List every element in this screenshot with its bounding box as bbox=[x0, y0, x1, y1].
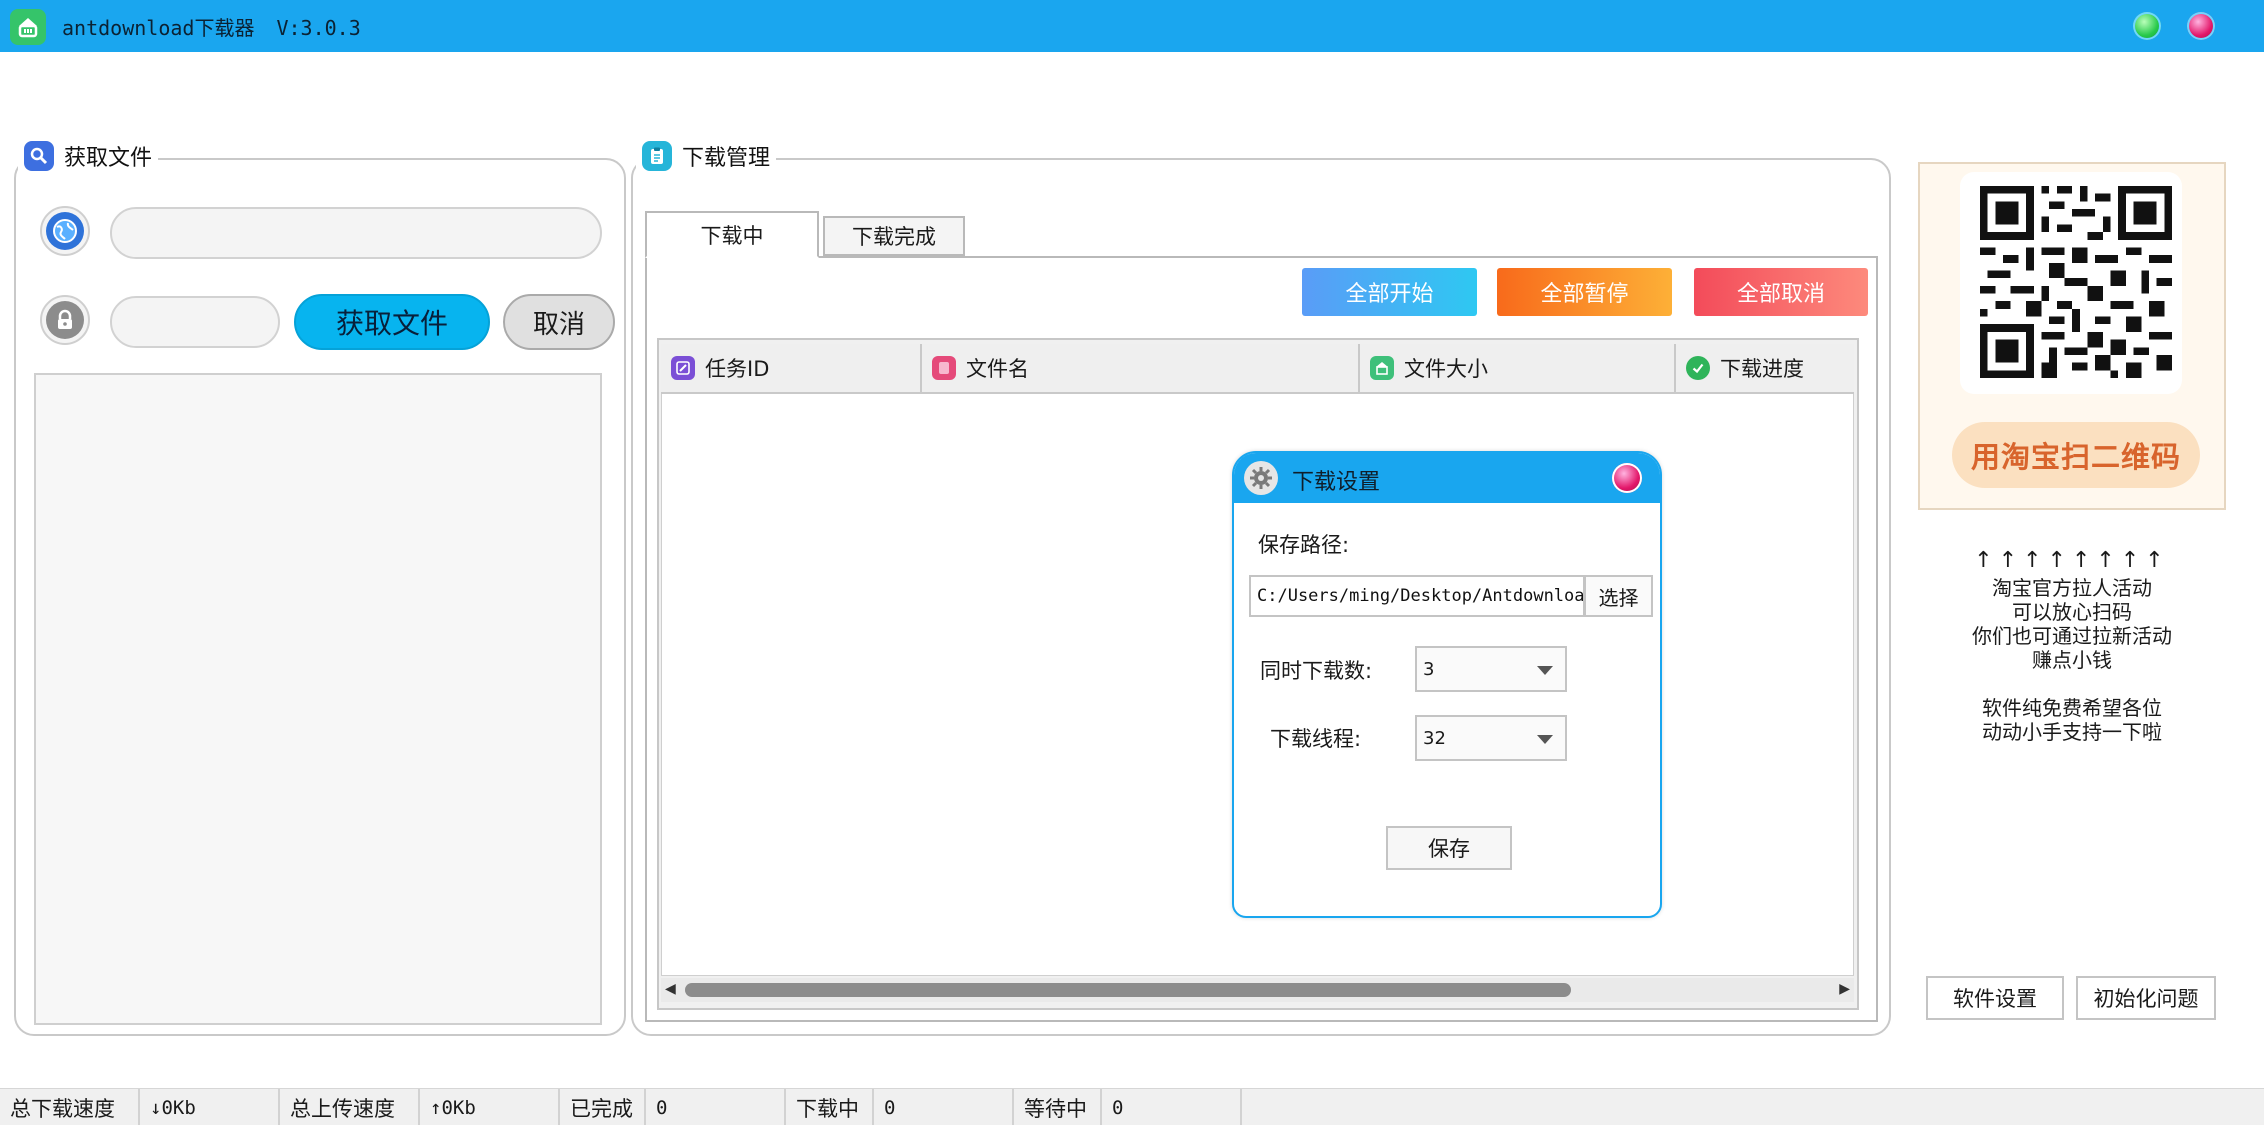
horizontal-scrollbar[interactable]: ◀ ▶ bbox=[661, 978, 1854, 1002]
taobao-scan-caption: 用淘宝扫二维码 bbox=[1952, 422, 2200, 488]
scroll-right-icon[interactable]: ▶ bbox=[1839, 981, 1850, 997]
title-bar[interactable]: antdownload下载器 V:3.0.3 bbox=[0, 0, 2264, 52]
choose-folder-button[interactable]: 选择 bbox=[1585, 575, 1653, 617]
cancel-button[interactable]: 取消 bbox=[503, 294, 615, 350]
search-icon bbox=[24, 141, 54, 171]
software-settings-button[interactable]: 软件设置 bbox=[1926, 976, 2064, 1020]
save-settings-button[interactable]: 保存 bbox=[1386, 826, 1512, 870]
promo-line: 赚点小钱 bbox=[2032, 648, 2112, 672]
column-header-file-name[interactable]: 文件名 bbox=[922, 344, 1360, 394]
column-label: 文件名 bbox=[966, 357, 1029, 381]
app-logo-icon bbox=[10, 9, 46, 45]
start-all-button[interactable]: 全部开始 bbox=[1302, 268, 1477, 316]
tab-completed[interactable]: 下载完成 bbox=[823, 216, 965, 256]
concurrent-downloads-select[interactable]: 3 bbox=[1415, 646, 1567, 692]
column-label: 任务ID bbox=[705, 357, 770, 381]
column-header-task-id[interactable]: 任务ID bbox=[661, 344, 922, 394]
check-icon bbox=[1686, 356, 1710, 380]
download-manager-legend: 下载管理 bbox=[636, 140, 777, 172]
qr-code-icon bbox=[1980, 186, 2172, 378]
promo-line: 淘宝官方拉人活动 bbox=[1992, 576, 2152, 600]
completed-count: 0 bbox=[646, 1089, 786, 1125]
promo-line: 可以放心扫码 bbox=[2012, 600, 2132, 624]
url-input[interactable] bbox=[110, 207, 602, 259]
minimize-button[interactable] bbox=[2133, 12, 2161, 40]
dialog-close-button[interactable] bbox=[1612, 463, 1642, 493]
file-icon bbox=[932, 356, 956, 380]
column-label: 下载进度 bbox=[1720, 357, 1804, 381]
app-name: antdownload下载器 bbox=[62, 16, 255, 40]
promo-box: 用淘宝扫二维码 bbox=[1918, 162, 2226, 510]
close-button[interactable] bbox=[2187, 12, 2215, 40]
chevron-down-icon bbox=[1537, 666, 1553, 675]
total-upload-speed-value: ↑0Kb bbox=[420, 1089, 560, 1125]
clipboard-icon bbox=[642, 141, 672, 171]
concurrent-downloads-value: 3 bbox=[1423, 658, 1435, 680]
chevron-down-icon bbox=[1537, 735, 1553, 744]
fetch-file-button[interactable]: 获取文件 bbox=[294, 294, 490, 350]
cancel-all-button[interactable]: 全部取消 bbox=[1694, 268, 1868, 316]
waiting-count: 0 bbox=[1102, 1089, 1242, 1125]
download-threads-value: 32 bbox=[1423, 727, 1446, 749]
downloading-count: 0 bbox=[874, 1089, 1014, 1125]
package-icon bbox=[1370, 356, 1394, 380]
status-bar: 总下载速度 ↓0Kb 总上传速度 ↑0Kb 已完成 0 下载中 0 等待中 0 bbox=[0, 1088, 2264, 1125]
completed-label: 已完成 bbox=[560, 1089, 646, 1125]
dialog-title: 下载设置 bbox=[1292, 470, 1381, 495]
column-header-progress[interactable]: 下载进度 bbox=[1676, 344, 1854, 394]
download-manager-legend-label: 下载管理 bbox=[682, 146, 771, 171]
save-path-input[interactable]: C:/Users/ming/Desktop/Antdownload bbox=[1249, 575, 1585, 617]
fetch-file-legend: 获取文件 bbox=[18, 140, 159, 172]
download-threads-select[interactable]: 32 bbox=[1415, 715, 1567, 761]
download-settings-dialog: 下载设置 保存路径: C:/Users/ming/Desktop/Antdown… bbox=[1232, 451, 1662, 918]
gear-icon bbox=[1244, 461, 1278, 495]
total-upload-speed-label: 总上传速度 bbox=[280, 1089, 420, 1125]
promo-arrows: ↑↑↑↑↑↑↑↑ bbox=[1974, 548, 2170, 573]
app-version: V:3.0.3 bbox=[276, 16, 361, 40]
downloading-label: 下载中 bbox=[786, 1089, 874, 1125]
tab-downloading[interactable]: 下载中 bbox=[645, 211, 819, 258]
promo-line: 动动小手支持一下啦 bbox=[1982, 720, 2162, 744]
pause-all-button[interactable]: 全部暂停 bbox=[1497, 268, 1672, 316]
file-list[interactable] bbox=[34, 373, 602, 1025]
edit-icon bbox=[671, 356, 695, 380]
column-header-file-size[interactable]: 文件大小 bbox=[1360, 344, 1676, 394]
save-path-label: 保存路径: bbox=[1258, 533, 1350, 557]
scroll-left-icon[interactable]: ◀ bbox=[665, 981, 676, 997]
lock-icon bbox=[40, 295, 90, 345]
globe-icon bbox=[40, 206, 90, 256]
concurrent-downloads-label: 同时下载数: bbox=[1260, 659, 1373, 683]
extract-code-input[interactable] bbox=[110, 296, 280, 348]
scrollbar-thumb[interactable] bbox=[685, 983, 1571, 997]
waiting-label: 等待中 bbox=[1014, 1089, 1102, 1125]
download-threads-label: 下载线程: bbox=[1270, 727, 1362, 751]
qr-card bbox=[1960, 172, 2182, 394]
total-download-speed-value: ↓0Kb bbox=[140, 1089, 280, 1125]
column-label: 文件大小 bbox=[1404, 357, 1488, 381]
init-issue-button[interactable]: 初始化问题 bbox=[2076, 976, 2216, 1020]
promo-line: 你们也可通过拉新活动 bbox=[1972, 624, 2172, 648]
window-title: antdownload下载器 V:3.0.3 bbox=[62, 12, 361, 41]
total-download-speed-label: 总下载速度 bbox=[0, 1089, 140, 1125]
promo-line: 软件纯免费希望各位 bbox=[1982, 696, 2162, 720]
fetch-file-legend-label: 获取文件 bbox=[64, 146, 153, 171]
dialog-header[interactable]: 下载设置 bbox=[1234, 453, 1660, 503]
